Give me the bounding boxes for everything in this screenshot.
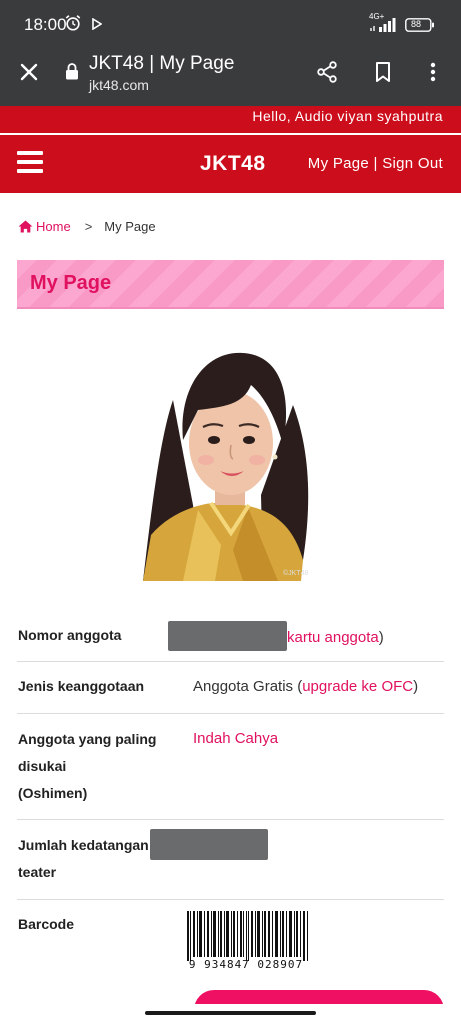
upgrade-close: ): [413, 678, 419, 695]
oshimen-label: Anggota yang paling disukai (Oshimen): [18, 726, 156, 807]
member-card-close: ): [378, 629, 384, 646]
status-time: 18:00: [24, 15, 67, 34]
my-page-link[interactable]: My Page: [308, 155, 369, 172]
share-icon[interactable]: [315, 60, 339, 84]
close-icon[interactable]: [17, 60, 41, 84]
oshimen-label-line1: Anggota yang paling: [18, 731, 157, 747]
browser-toolbar: JKT48 | My Page jkt48.com: [0, 50, 461, 106]
account-links: My Page | Sign Out: [308, 155, 443, 172]
page-heading-banner: My Page: [17, 260, 444, 309]
battery-icon: 88: [405, 18, 435, 32]
browser-page-title: JKT48 | My Page: [89, 53, 235, 74]
attendance-label-line1: Jumlah kedatangan: [18, 837, 149, 853]
upgrade-ofc-link[interactable]: upgrade ke OFC: [302, 678, 413, 695]
breadcrumb-home-link[interactable]: Home: [18, 219, 71, 234]
member-portrait-illustration: ©JKT48: [143, 352, 308, 581]
sign-out-link[interactable]: Sign Out: [382, 155, 443, 172]
hamburger-menu-icon[interactable]: [17, 151, 43, 175]
browser-url[interactable]: jkt48.com: [89, 77, 149, 93]
barcode-number: 9 934847 028907: [188, 958, 304, 971]
oshimen-label-line3: (Oshimen): [18, 785, 88, 801]
oshimen-value-link[interactable]: Indah Cahya: [193, 725, 278, 752]
site-logo-title[interactable]: JKT48: [200, 152, 266, 176]
oshimen-row: Anggota yang paling disukai (Oshimen) In…: [17, 714, 444, 820]
alarm-clock-icon: [65, 15, 81, 31]
membership-type-value: Anggota Gratis (upgrade ke OFC): [193, 673, 418, 700]
bookmark-icon[interactable]: [371, 60, 395, 84]
membership-type-row: Jenis keanggotaan Anggota Gratis (upgrad…: [17, 662, 444, 714]
breadcrumb-home-label: Home: [36, 219, 71, 234]
play-store-icon: [92, 18, 102, 30]
gesture-nav-handle[interactable]: [145, 1011, 316, 1015]
status-bar: 18:00 4G+ 88: [0, 0, 461, 50]
attendance-row: Jumlah kedatangan teater: [17, 820, 444, 900]
member-photo: ©JKT48: [143, 345, 318, 581]
signal-strength-icon: 4G+: [369, 12, 399, 33]
home-icon: [18, 220, 33, 233]
breadcrumb: Home > My Page: [18, 219, 156, 234]
member-card-link[interactable]: kartu anggota: [287, 629, 379, 646]
breadcrumb-current: My Page: [104, 219, 156, 234]
battery-level: 88: [411, 19, 422, 29]
member-number-row: Nomor anggota kartu anggota): [17, 611, 444, 662]
greeting-bar: Hello, Audio viyan syahputra: [0, 106, 461, 133]
redacted-attendance-count: [150, 829, 268, 860]
member-number-value: kartu anggota): [168, 621, 384, 651]
page-title: My Page: [30, 272, 112, 294]
site-navbar: JKT48 My Page | Sign Out: [0, 135, 461, 193]
redacted-member-number: [168, 621, 287, 651]
member-number-label: Nomor anggota: [18, 627, 122, 643]
photo-watermark: ©JKT48: [283, 569, 308, 577]
nav-separator: |: [373, 155, 378, 172]
attendance-label-line2: teater: [18, 864, 57, 880]
attendance-label: Jumlah kedatangan teater: [18, 832, 149, 886]
breadcrumb-separator: >: [84, 219, 93, 234]
greeting-text: Hello, Audio viyan syahputra: [252, 108, 443, 124]
oshimen-label-line2: disukai: [18, 758, 67, 774]
lock-icon[interactable]: [65, 63, 79, 80]
more-vertical-icon[interactable]: [423, 60, 443, 84]
membership-type-text: Anggota Gratis (: [193, 678, 303, 695]
barcode-label: Barcode: [18, 916, 75, 932]
membership-type-label: Jenis keanggotaan: [18, 678, 145, 694]
